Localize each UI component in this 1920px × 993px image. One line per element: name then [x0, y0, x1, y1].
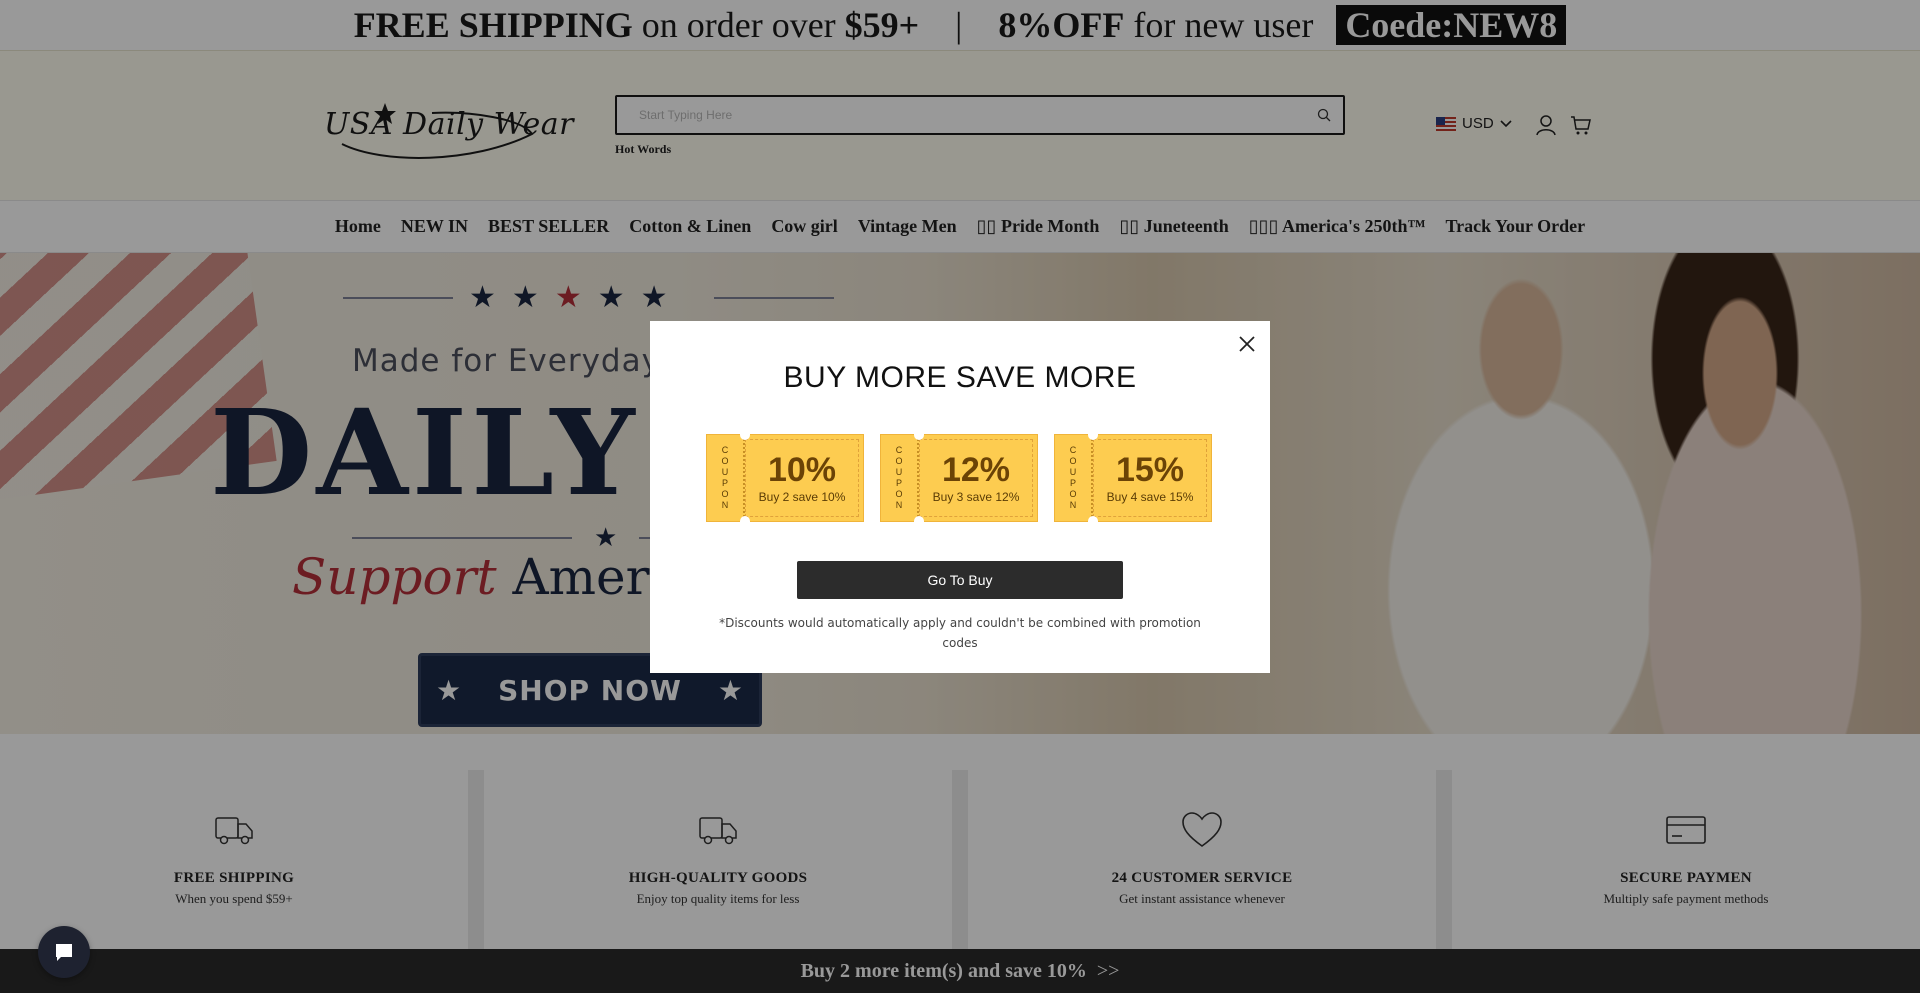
coupon-description: Buy 4 save 15% — [1106, 490, 1194, 504]
coupon-list: COUPON 10% Buy 2 save 10% COUPON 12% Buy… — [706, 434, 1212, 522]
coupon-card[interactable]: COUPON 10% Buy 2 save 10% — [706, 434, 864, 522]
coupon-percent: 12% — [941, 451, 1011, 489]
coupon-label: COUPON — [1055, 435, 1093, 521]
coupon-percent: 15% — [1115, 451, 1185, 489]
coupon-description: Buy 2 save 10% — [758, 490, 846, 504]
coupon-card[interactable]: COUPON 12% Buy 3 save 12% — [880, 434, 1038, 522]
discount-note: *Discounts would automatically apply and… — [719, 616, 1201, 650]
coupon-body: 15% Buy 4 save 15% — [1093, 439, 1207, 517]
go-to-buy-button[interactable]: Go To Buy — [797, 561, 1123, 599]
coupon-label: COUPON — [881, 435, 919, 521]
coupon-description: Buy 3 save 12% — [932, 490, 1020, 504]
coupon-card[interactable]: COUPON 15% Buy 4 save 15% — [1054, 434, 1212, 522]
coupon-label: COUPON — [707, 435, 745, 521]
close-icon[interactable] — [1236, 333, 1258, 355]
modal-title: BUY MORE SAVE MORE — [783, 361, 1137, 394]
promo-modal: BUY MORE SAVE MORE COUPON 10% Buy 2 save… — [650, 321, 1270, 673]
chat-button[interactable] — [38, 926, 90, 978]
coupon-body: 12% Buy 3 save 12% — [919, 439, 1033, 517]
chat-icon — [56, 944, 72, 961]
coupon-body: 10% Buy 2 save 10% — [745, 439, 859, 517]
coupon-percent: 10% — [767, 451, 837, 489]
